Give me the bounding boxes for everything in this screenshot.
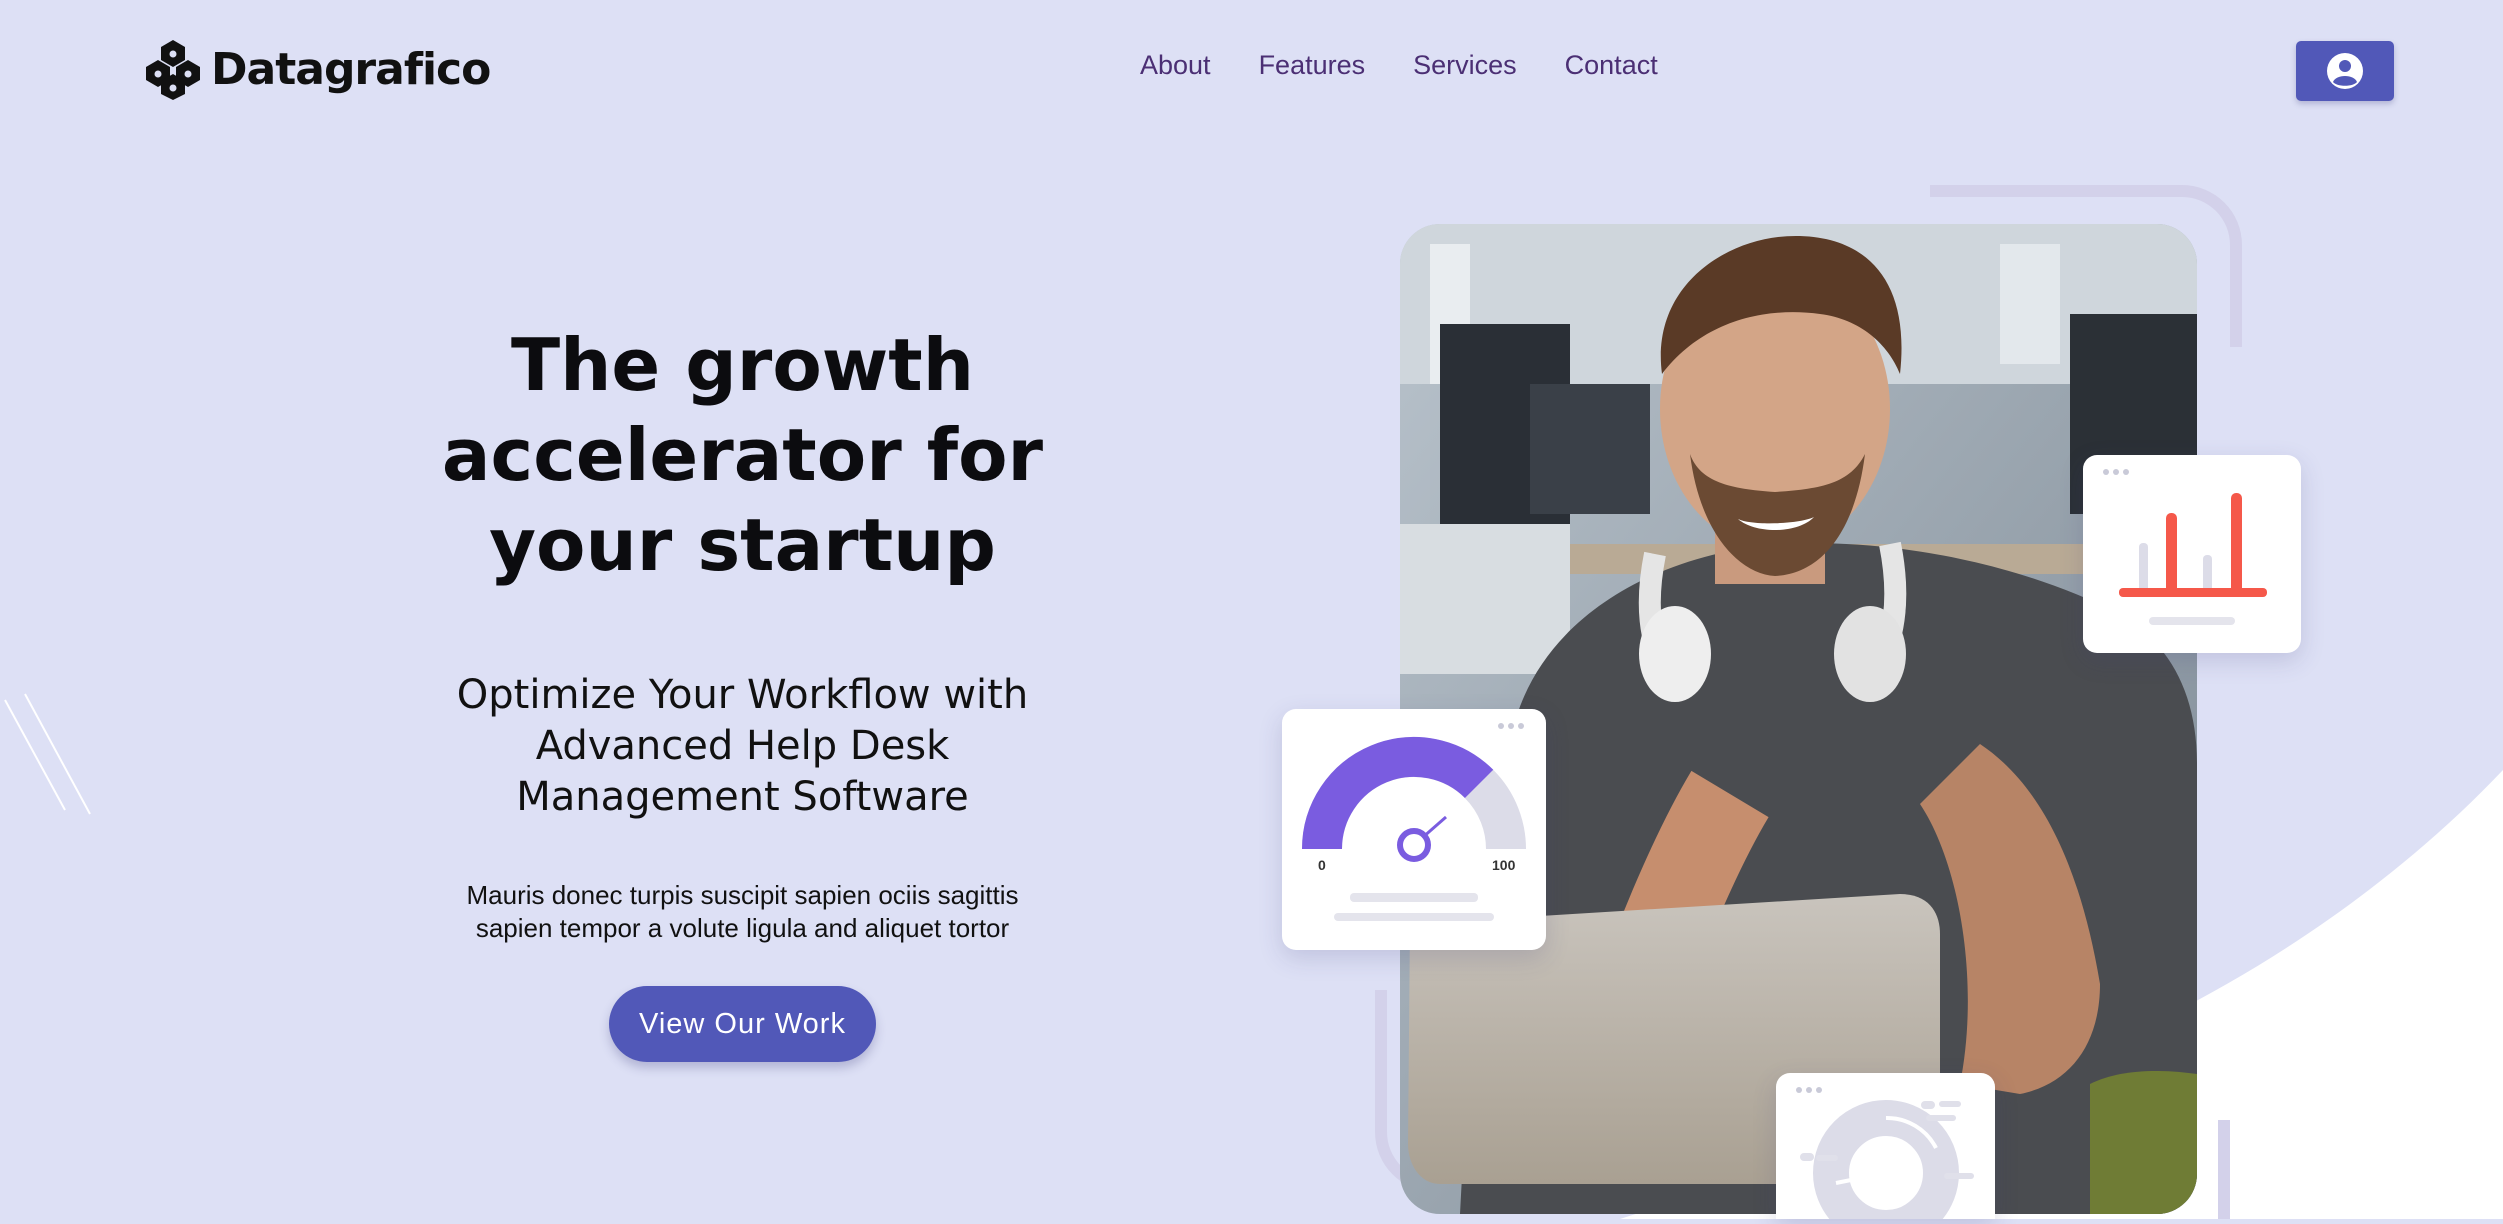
hero-subheading: Optimize Your Workflow with Advanced Hel… [390, 670, 1095, 823]
description-line: sapien tempor a volute ligula and alique… [475, 913, 1010, 943]
donut-chart-icon [1800, 1100, 1974, 1224]
decorative-frame-right [2218, 1120, 2230, 1219]
decorative-lines [4, 693, 91, 815]
subheading-line: Advanced Help Desk [535, 723, 950, 769]
bar-chart-card [2083, 455, 2301, 653]
account-button[interactable] [2296, 41, 2394, 101]
brand-name: Datagrafico [211, 43, 491, 95]
main-nav: About Features Services Contact [1140, 50, 1658, 81]
brand-logo[interactable]: Datagrafico [145, 38, 491, 100]
gauge-max-label: 100 [1492, 857, 1516, 873]
subheading-line: Optimize Your Workflow with [456, 672, 1029, 718]
gauge-min-label: 0 [1318, 857, 1326, 873]
top-header: Datagrafico About Features Services Cont… [0, 0, 2503, 140]
hexagon-cluster-logo-icon [146, 40, 200, 100]
view-our-work-button[interactable]: View Our Work [609, 986, 876, 1062]
card-menu-dots [1498, 723, 1524, 729]
user-circle-icon [2327, 53, 2363, 89]
gauge-chart [1302, 736, 1526, 921]
donut-chart-card [1776, 1073, 1995, 1224]
headline-line: accelerator for [441, 413, 1044, 497]
nav-item-services[interactable]: Services [1413, 50, 1517, 81]
subheading-line: Management Software [516, 774, 969, 820]
hero-description: Mauris donec turpis suscipit sapien ocii… [390, 879, 1095, 945]
description-line: Mauris donec turpis suscipit sapien ocii… [466, 880, 1019, 910]
headline-line: The growth [511, 323, 974, 407]
nav-item-contact[interactable]: Contact [1565, 50, 1658, 81]
nav-item-about[interactable]: About [1140, 50, 1211, 81]
bar-chart-icon [2119, 493, 2267, 625]
headline-line: your startup [489, 503, 996, 587]
card-menu-dots [1796, 1087, 1822, 1093]
hero-text-block: The growth accelerator for your startup … [390, 320, 1095, 1062]
card-menu-dots [2103, 469, 2129, 475]
nav-item-features[interactable]: Features [1259, 50, 1366, 81]
hero-headline: The growth accelerator for your startup [390, 320, 1095, 590]
gauge-card: 0 100 [1282, 709, 1546, 950]
